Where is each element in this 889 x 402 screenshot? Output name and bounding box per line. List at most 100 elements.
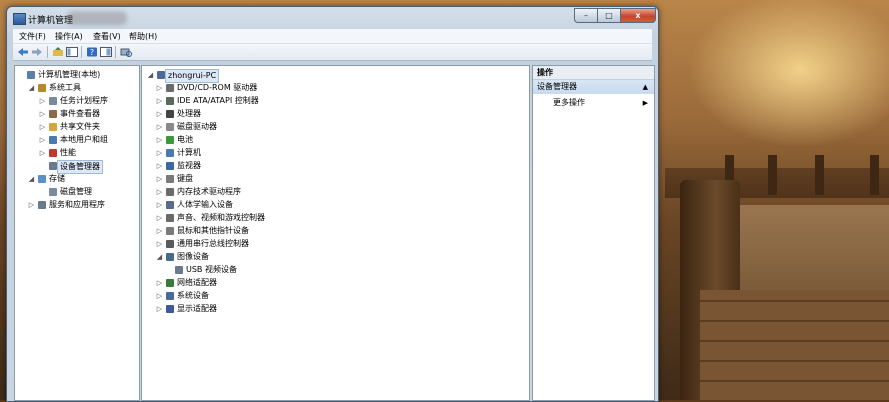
tree-item[interactable]: ▷ DVD/CD-ROM 驱动器 — [142, 82, 529, 94]
dvd-icon — [166, 84, 174, 92]
disk-management-icon — [49, 188, 57, 196]
tree-item-label: 电池 — [177, 135, 193, 144]
menu-bar: 文件(F) 操作(A) 查看(V) 帮助(H) — [13, 29, 652, 44]
expand-triangle-icon[interactable]: ▷ — [156, 212, 163, 224]
tree-item[interactable]: ▷ 事件查看器 — [15, 108, 139, 120]
tree-item[interactable]: ▷ 监视器 — [142, 160, 529, 172]
expand-triangle-icon[interactable]: ▷ — [156, 238, 163, 250]
tree-item-label: 图像设备 — [177, 252, 209, 261]
tree-item[interactable]: ◢ 图像设备 — [142, 251, 529, 263]
expand-triangle-icon[interactable]: ▷ — [156, 147, 163, 159]
expand-triangle-icon[interactable]: ▷ — [39, 108, 46, 120]
collapse-triangle-icon[interactable]: ◢ — [156, 251, 163, 263]
toolbar: ? — [13, 44, 652, 61]
expand-triangle-icon[interactable]: ▷ — [156, 160, 163, 172]
tree-item[interactable]: 磁盘管理 — [15, 186, 139, 198]
tree-item[interactable]: ▷ 网络适配器 — [142, 277, 529, 289]
expand-triangle-icon[interactable]: ▷ — [156, 82, 163, 94]
expand-triangle-icon[interactable]: ▷ — [156, 95, 163, 107]
tree-item-label: 设备管理器 — [57, 160, 103, 174]
tree-item[interactable]: ▷ 共享文件夹 — [15, 121, 139, 133]
toolbar-separator — [115, 46, 116, 58]
menu-view[interactable]: 查看(V) — [93, 31, 121, 42]
tree-item[interactable]: ▷ 任务计划程序 — [15, 95, 139, 107]
collapse-triangle-icon[interactable]: ◢ — [28, 82, 35, 94]
actions-pane: 操作 设备管理器 ▲ 更多操作 ▶ — [532, 65, 655, 401]
expand-triangle-icon[interactable]: ▷ — [156, 225, 163, 237]
tree-item[interactable]: ◢ zhongrui-PC — [142, 69, 529, 83]
show-hide-tree-icon[interactable] — [66, 47, 78, 57]
toolbar-separator — [81, 46, 82, 58]
tree-item[interactable]: ▷ 鼠标和其他指针设备 — [142, 225, 529, 237]
menu-file[interactable]: 文件(F) — [19, 31, 46, 42]
memory-icon — [166, 188, 174, 196]
forward-icon[interactable] — [31, 47, 43, 57]
tree-item-label: 事件查看器 — [60, 109, 100, 118]
imaging-icon — [166, 253, 174, 261]
expand-triangle-icon[interactable]: ▷ — [156, 108, 163, 120]
tree-item[interactable]: ▷ 磁盘驱动器 — [142, 121, 529, 133]
menu-help[interactable]: 帮助(H) — [129, 31, 157, 42]
collapse-arrow-icon[interactable]: ▲ — [643, 80, 648, 94]
close-button[interactable]: x — [620, 8, 656, 23]
device-manager-icon — [49, 162, 57, 170]
title-bar[interactable]: 计算机管理 – □ x — [7, 7, 658, 29]
tree-item-label: DVD/CD-ROM 驱动器 — [177, 83, 258, 92]
tree-item[interactable]: 计算机管理(本地) — [15, 69, 139, 81]
tree-item[interactable]: 设备管理器 — [15, 160, 139, 174]
computer-management-window: 计算机管理 – □ x 文件(F) 操作(A) 查看(V) 帮助(H) ? 计算… — [6, 6, 659, 402]
tree-item[interactable]: ▷ IDE ATA/ATAPI 控制器 — [142, 95, 529, 107]
collapse-triangle-icon[interactable]: ◢ — [147, 69, 154, 81]
console-tree-pane: 计算机管理(本地) ◢ 系统工具 ▷ 任务计划程序 ▷ 事件查看器 ▷ 共享文件夹 ▷ 本地用户和组… — [14, 65, 140, 401]
help-icon[interactable]: ? — [86, 47, 98, 57]
tree-item[interactable]: ▷ 电池 — [142, 134, 529, 146]
menu-action[interactable]: 操作(A) — [55, 31, 83, 42]
tree-item[interactable]: ▷ 服务和应用程序 — [15, 199, 139, 211]
expand-triangle-icon[interactable]: ▷ — [39, 95, 46, 107]
tree-item[interactable]: ▷ 显示适配器 — [142, 303, 529, 315]
tree-item[interactable]: ▷ 处理器 — [142, 108, 529, 120]
tree-item[interactable]: ▷ 内存技术驱动程序 — [142, 186, 529, 198]
wallpaper-stone-wall — [700, 290, 889, 400]
tree-item[interactable]: ▷ 计算机 — [142, 147, 529, 159]
expand-triangle-icon[interactable]: ▷ — [156, 290, 163, 302]
pc-icon — [157, 71, 165, 79]
more-actions-item[interactable]: 更多操作 ▶ — [553, 97, 654, 109]
tree-item[interactable]: ▷ 声音、视频和游戏控制器 — [142, 212, 529, 224]
expand-triangle-icon[interactable]: ▷ — [156, 277, 163, 289]
shared-folder-icon — [49, 123, 57, 131]
camera-icon — [175, 266, 183, 274]
expand-triangle-icon[interactable]: ▷ — [156, 303, 163, 315]
tree-item[interactable]: ▷ 系统设备 — [142, 290, 529, 302]
collapse-triangle-icon[interactable]: ◢ — [28, 173, 35, 185]
tree-item[interactable]: ▷ 性能 — [15, 147, 139, 159]
event-viewer-icon — [49, 110, 57, 118]
expand-triangle-icon[interactable]: ▷ — [156, 186, 163, 198]
toolbar-separator — [47, 46, 48, 58]
scan-hardware-icon[interactable] — [120, 47, 132, 57]
expand-triangle-icon[interactable]: ▷ — [39, 147, 46, 159]
actions-device-manager[interactable]: 设备管理器 ▲ — [533, 80, 654, 94]
properties-pane-icon[interactable] — [100, 47, 112, 57]
expand-triangle-icon[interactable]: ▷ — [156, 134, 163, 146]
tree-item[interactable]: ▷ 键盘 — [142, 173, 529, 185]
expand-triangle-icon[interactable]: ▷ — [39, 134, 46, 146]
minimize-button[interactable]: – — [574, 8, 597, 23]
tree-item[interactable]: USB 视频设备 — [142, 264, 529, 276]
tree-item[interactable]: ▷ 本地用户和组 — [15, 134, 139, 146]
expand-triangle-icon[interactable]: ▷ — [156, 199, 163, 211]
tree-item[interactable]: ▷ 通用串行总线控制器 — [142, 238, 529, 250]
tree-item[interactable]: ▷ 人体学输入设备 — [142, 199, 529, 211]
up-folder-icon[interactable] — [52, 47, 64, 57]
battery-icon — [166, 136, 174, 144]
expand-triangle-icon[interactable]: ▷ — [28, 199, 35, 211]
maximize-button[interactable]: □ — [597, 8, 620, 23]
back-icon[interactable] — [17, 47, 29, 57]
tree-item-label: IDE ATA/ATAPI 控制器 — [177, 96, 259, 105]
tree-item[interactable]: ◢ 系统工具 — [15, 82, 139, 94]
expand-triangle-icon[interactable]: ▷ — [156, 121, 163, 133]
expand-triangle-icon[interactable]: ▷ — [39, 121, 46, 133]
expand-triangle-icon[interactable]: ▷ — [156, 173, 163, 185]
tree-item[interactable]: ◢ 存储 — [15, 173, 139, 185]
title-blur-overlay — [67, 11, 127, 25]
